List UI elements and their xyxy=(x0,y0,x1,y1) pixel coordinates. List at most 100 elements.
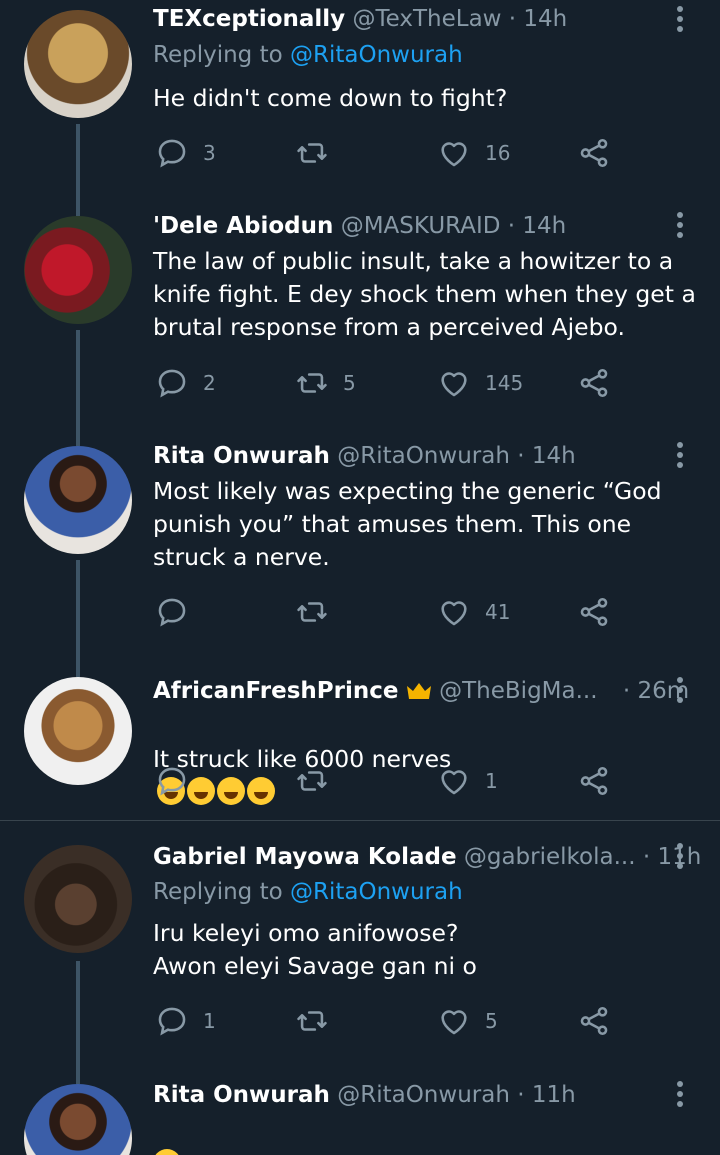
tweet[interactable]: 'Dele Abiodun @MASKURAID · 14h The law o… xyxy=(0,200,720,430)
author-handle[interactable]: @TheBigMa... xyxy=(439,678,597,704)
author-handle[interactable]: @RitaOnwurah xyxy=(337,1082,510,1108)
share-button[interactable] xyxy=(577,761,611,801)
retweet-button[interactable] xyxy=(295,592,343,632)
tweet-text: Most likely was expecting the generic “G… xyxy=(153,477,662,571)
avatar[interactable] xyxy=(24,446,132,554)
like-count: 1 xyxy=(485,769,498,793)
share-button[interactable] xyxy=(577,133,611,173)
author-name[interactable]: Rita Onwurah xyxy=(153,1082,330,1108)
reply-count: 2 xyxy=(203,371,216,395)
thread-line xyxy=(76,124,80,200)
reply-button[interactable] xyxy=(155,761,203,801)
author-name[interactable]: AfricanFreshPrince xyxy=(153,678,399,704)
share-button[interactable] xyxy=(577,592,611,632)
tweet[interactable]: Gabriel Mayowa Kolade @gabrielkola... · … xyxy=(0,821,720,1070)
reply-count: 3 xyxy=(203,141,216,165)
like-button[interactable]: 16 xyxy=(437,133,510,173)
tweet-actions: 41 xyxy=(153,592,633,632)
reply-icon xyxy=(158,1007,186,1036)
tweet-text: The law of public insult, take a howitze… xyxy=(153,247,696,341)
reply-button[interactable] xyxy=(155,592,203,632)
timestamp[interactable]: · 14h xyxy=(508,213,566,239)
tweet[interactable]: AfricanFreshPrince @TheBigMa... · 26m It… xyxy=(0,665,720,820)
retweet-icon xyxy=(297,602,327,622)
timestamp[interactable]: · 11h xyxy=(517,1082,575,1108)
timestamp[interactable]: · 14h xyxy=(509,6,567,32)
heart-icon xyxy=(441,142,467,167)
timestamp[interactable]: · 11h xyxy=(643,844,701,870)
more-vertical-icon[interactable] xyxy=(676,442,684,472)
tweet-text-wrap xyxy=(153,1116,700,1155)
like-button[interactable]: 145 xyxy=(437,363,523,403)
avatar[interactable] xyxy=(24,1084,132,1155)
heart-icon xyxy=(441,1010,467,1035)
like-button[interactable]: 1 xyxy=(437,761,498,801)
like-button[interactable]: 41 xyxy=(437,592,510,632)
retweet-button[interactable] xyxy=(295,1001,343,1041)
thread-line xyxy=(76,430,80,446)
more-vertical-icon[interactable] xyxy=(676,677,684,707)
thread-line xyxy=(76,200,80,216)
avatar[interactable] xyxy=(24,845,132,953)
tweet-text: Iru keleyi omo anifowose? Awon eleyi Sav… xyxy=(153,919,477,980)
tweet[interactable]: Rita Onwurah @RitaOnwurah · 11h xyxy=(0,1070,720,1155)
reply-button[interactable]: 1 xyxy=(155,1001,216,1041)
tweet-actions: 1 xyxy=(153,761,633,801)
share-icon xyxy=(580,597,608,627)
reply-icon xyxy=(158,139,186,168)
more-vertical-icon[interactable] xyxy=(676,6,684,36)
retweet-button[interactable] xyxy=(295,133,343,173)
tweet-actions: 1 5 xyxy=(153,1001,633,1041)
retweet-count: 5 xyxy=(343,371,356,395)
tweet-header: 'Dele Abiodun @MASKURAID · 14h xyxy=(153,213,660,239)
like-button[interactable]: 5 xyxy=(437,1001,498,1041)
mention-link[interactable]: @RitaOnwurah xyxy=(290,879,463,905)
tweet-header: Rita Onwurah @RitaOnwurah · 11h xyxy=(153,1082,660,1108)
share-icon xyxy=(580,368,608,398)
reply-icon xyxy=(158,369,186,398)
like-count: 145 xyxy=(485,371,524,395)
author-name[interactable]: 'Dele Abiodun xyxy=(153,213,333,239)
share-button[interactable] xyxy=(577,1001,611,1041)
avatar[interactable] xyxy=(24,10,132,118)
reply-count: 1 xyxy=(203,1009,216,1033)
author-name[interactable]: Rita Onwurah xyxy=(153,443,330,469)
author-name[interactable]: TEXceptionally xyxy=(153,6,345,32)
tweet-header: Gabriel Mayowa Kolade @gabrielkola... · … xyxy=(153,844,701,870)
reply-icon xyxy=(158,598,186,627)
heart-icon xyxy=(441,770,467,795)
reply-button[interactable]: 2 xyxy=(155,363,216,403)
avatar[interactable] xyxy=(24,216,132,324)
author-name[interactable]: Gabriel Mayowa Kolade xyxy=(153,844,457,870)
more-vertical-icon[interactable] xyxy=(676,843,684,873)
author-handle[interactable]: @RitaOnwurah xyxy=(337,443,510,469)
retweet-button[interactable] xyxy=(295,761,343,801)
retweet-icon xyxy=(297,143,327,163)
more-vertical-icon[interactable] xyxy=(676,212,684,242)
replying-to: Replying to @RitaOnwurah xyxy=(153,879,463,905)
avatar[interactable] xyxy=(24,677,132,785)
thread-line xyxy=(76,665,80,677)
heart-icon xyxy=(441,372,467,397)
more-vertical-icon[interactable] xyxy=(676,1081,684,1111)
share-icon xyxy=(580,1006,608,1036)
thread-line xyxy=(76,560,80,665)
like-count: 5 xyxy=(485,1009,498,1033)
author-handle[interactable]: @gabrielkola... xyxy=(464,844,636,870)
replying-prefix: Replying to xyxy=(153,879,290,905)
reply-icon xyxy=(158,767,186,796)
frowning-face-emoji xyxy=(153,1149,181,1155)
retweet-icon xyxy=(297,373,327,393)
author-handle[interactable]: @TexTheLaw xyxy=(352,6,501,32)
share-button[interactable] xyxy=(577,363,611,403)
tweet[interactable]: Rita Onwurah @RitaOnwurah · 14h Most lik… xyxy=(0,430,720,665)
mention-link[interactable]: @RitaOnwurah xyxy=(290,42,463,68)
retweet-icon xyxy=(297,1011,327,1031)
author-handle[interactable]: @MASKURAID xyxy=(341,213,501,239)
replying-to: Replying to @RitaOnwurah xyxy=(153,42,463,68)
tweet[interactable]: TEXceptionally @TexTheLaw · 14h Replying… xyxy=(0,0,720,200)
tweet-actions: 2 5 145 xyxy=(153,363,633,403)
timestamp[interactable]: · 14h xyxy=(517,443,575,469)
reply-button[interactable]: 3 xyxy=(155,133,216,173)
retweet-button[interactable]: 5 xyxy=(295,363,356,403)
